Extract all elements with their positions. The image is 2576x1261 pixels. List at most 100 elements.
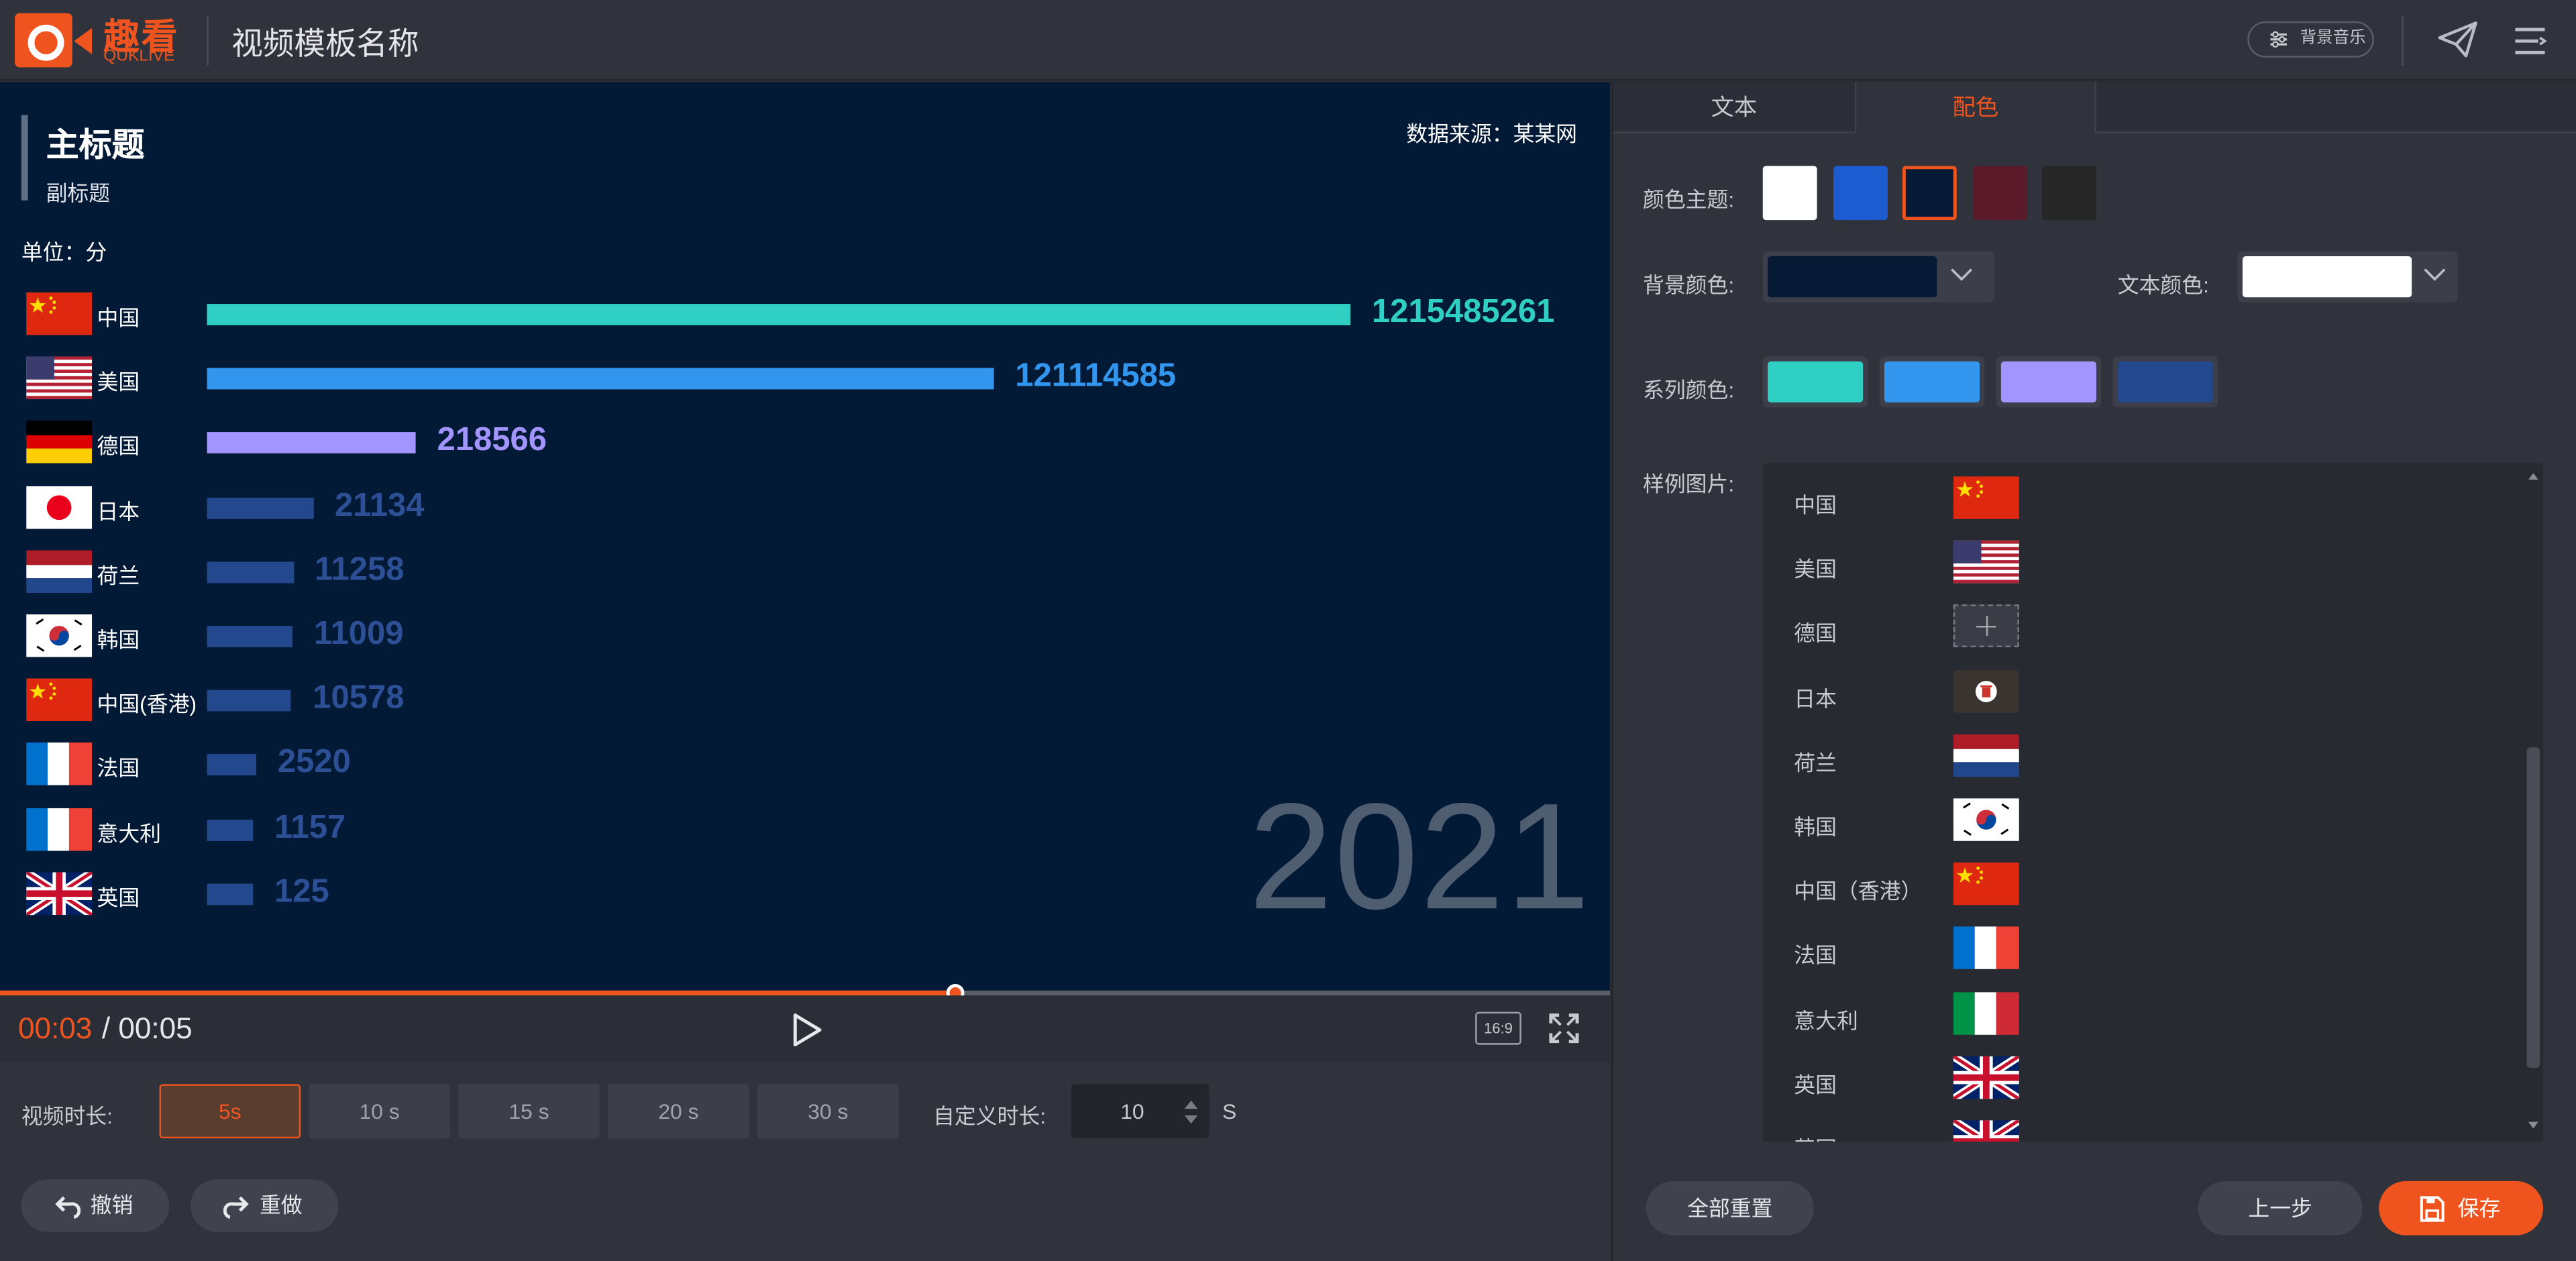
tab-colors[interactable]: 配色: [1854, 82, 2096, 133]
sample-image-row: 日本: [1763, 657, 2519, 721]
sample-name: 中国: [1794, 492, 1837, 518]
sample-image-row: 法国: [1763, 914, 2519, 979]
header-divider: [207, 16, 209, 66]
bar-value-label: 10578: [313, 680, 405, 717]
bar-value-label: 11009: [314, 616, 404, 653]
series-color-swatch[interactable]: [1996, 356, 2102, 408]
theme-label: 颜色主题:: [1643, 187, 1735, 212]
sample-image-row: 中国（香港）: [1763, 850, 2519, 914]
background-color-label: 背景颜色:: [1643, 272, 1735, 298]
spinner-up-icon[interactable]: [1184, 1100, 1198, 1109]
bar: [207, 883, 254, 905]
nl-flag-icon: [26, 549, 93, 593]
theme-swatch[interactable]: [1832, 166, 1887, 221]
background-music-button[interactable]: 背景音乐: [2247, 21, 2374, 58]
app-root: 趣看 QUKLIVE 视频模板名称 背景音乐 主标题 副标题 数据来源：某某网 …: [0, 0, 2576, 1261]
save-button[interactable]: 保存: [2379, 1181, 2544, 1236]
scrollbar-thumb[interactable]: [2526, 747, 2540, 1068]
tab-text[interactable]: 文本: [1613, 82, 1855, 133]
sample-image-row: 韩国: [1763, 785, 2519, 850]
theme-swatch[interactable]: [1972, 166, 2027, 221]
sample-name: 英国: [1794, 1132, 1837, 1142]
scrollbar[interactable]: [2524, 463, 2543, 1142]
bar-category-label: 英国: [97, 885, 140, 910]
menu-icon[interactable]: [2514, 25, 2546, 58]
fullscreen-icon[interactable]: [1548, 1012, 1580, 1045]
top-header: 趣看 QUKLIVE 视频模板名称 背景音乐: [0, 0, 2576, 81]
custom-duration-value: 10: [1120, 1099, 1144, 1124]
chart-sub-title: 副标题: [46, 180, 111, 206]
text-color-select[interactable]: [2237, 251, 2458, 303]
video-preview: 主标题 副标题 数据来源：某某网 单位：分 中国 1215485261 美国 1211…: [0, 82, 1611, 991]
aspect-ratio-button[interactable]: 16:9: [1475, 1011, 1521, 1045]
previous-step-button[interactable]: 上一步: [2198, 1181, 2363, 1236]
trash-icon: [1975, 680, 1997, 702]
cn-flag-icon: [1953, 476, 2019, 519]
bar-value-label: 1215485261: [1371, 294, 1555, 331]
undo-button[interactable]: 撤销: [21, 1179, 170, 1232]
sample-name: 韩国: [1794, 814, 1837, 840]
it-flag-icon: [1953, 991, 2019, 1034]
redo-button[interactable]: 重做: [191, 1179, 339, 1232]
fr-flag-icon: [26, 807, 93, 851]
bar-category-label: 意大利: [97, 820, 162, 846]
publish-send-icon[interactable]: [2438, 21, 2477, 58]
duration-option-30s[interactable]: 30 s: [757, 1084, 899, 1139]
series-color-swatch[interactable]: [1879, 356, 1985, 408]
series-color-swatch[interactable]: [2112, 356, 2218, 408]
theme-swatch[interactable]: [1762, 166, 1817, 221]
bar: [207, 497, 314, 518]
bar-value-label: 2520: [277, 745, 351, 781]
save-icon: [2420, 1196, 2445, 1222]
app-logo: 趣看 QUKLIVE: [15, 13, 182, 69]
chart-main-title: 主标题: [46, 128, 145, 164]
bar: [207, 368, 994, 390]
bar-category-label: 法国: [97, 756, 140, 781]
duration-option-20s[interactable]: 20 s: [608, 1084, 749, 1139]
bar-value-label: 21134: [334, 487, 425, 524]
background-color-select[interactable]: [1762, 251, 1995, 303]
logo-text-en: QUKLIVE: [103, 48, 175, 66]
background-music-label: 背景音乐: [2300, 30, 2366, 48]
series-color-fill: [1768, 361, 1864, 403]
playback-progress[interactable]: [0, 983, 1611, 1002]
gb-flag-icon: [1953, 1056, 2019, 1099]
duration-label: 视频时长:: [21, 1103, 113, 1129]
cn-flag-icon: [26, 678, 93, 722]
bar-category-label: 韩国: [97, 627, 140, 653]
play-icon[interactable]: [790, 1012, 823, 1048]
scroll-up-icon[interactable]: [2528, 473, 2538, 480]
bar: [207, 626, 293, 647]
spinner-down-icon[interactable]: [1184, 1115, 1198, 1124]
sample-name: 中国（香港）: [1794, 879, 1923, 904]
reset-all-button[interactable]: 全部重置: [1646, 1181, 1814, 1236]
theme-swatch[interactable]: [2042, 166, 2096, 221]
sample-image-row: 英国: [1763, 1107, 2519, 1142]
bar-value-label: 125: [274, 873, 329, 910]
bar: [207, 755, 257, 776]
style-panel: 文本 配色 颜色主题: 背景颜色: 文本颜色: 系列颜色: 样例图片: 中国 美国…: [1611, 82, 2576, 1261]
fr-flag-icon: [26, 743, 93, 786]
sample-images-list[interactable]: 中国美国德国日本荷兰韩国中国（香港）法国意大利英国英国: [1762, 463, 2544, 1142]
theme-swatch[interactable]: [1902, 166, 1957, 221]
bar-value-label: 121114585: [1015, 358, 1177, 395]
duration-option-15s[interactable]: 15 s: [458, 1084, 600, 1139]
undo-icon: [55, 1196, 81, 1219]
custom-duration-input[interactable]: 10: [1071, 1084, 1210, 1139]
bar: [207, 690, 292, 712]
header-divider-2: [2402, 16, 2404, 66]
logo-q-icon: [15, 13, 72, 68]
progress-fill: [0, 990, 955, 996]
series-color-swatch[interactable]: [1762, 356, 1868, 408]
gb-flag-icon: [1953, 1120, 2019, 1142]
bar-value-label: 1157: [274, 809, 346, 846]
duration-option-5s[interactable]: 5s: [159, 1084, 301, 1139]
delete-image-button[interactable]: [1953, 669, 2019, 712]
bar: [207, 304, 1351, 325]
add-image-icon[interactable]: [1953, 605, 2019, 648]
panel-tabs: 文本 配色: [1613, 82, 2576, 133]
bar-category-label: 日本: [97, 498, 140, 524]
sample-name: 法国: [1794, 943, 1837, 969]
duration-option-10s[interactable]: 10 s: [309, 1084, 451, 1139]
scroll-down-icon[interactable]: [2528, 1121, 2538, 1129]
